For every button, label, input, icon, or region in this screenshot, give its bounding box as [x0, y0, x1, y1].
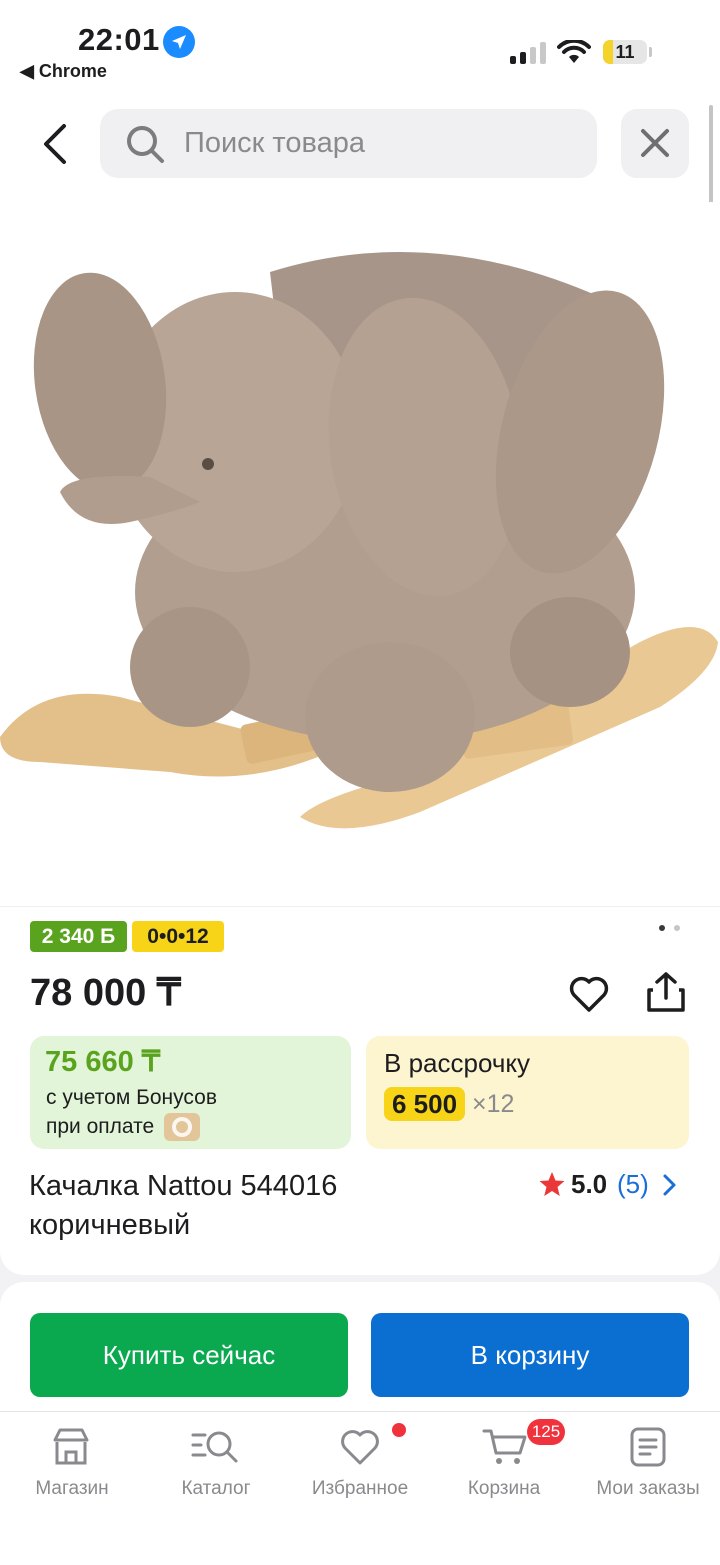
rating-value[interactable]: 5.0: [571, 1169, 607, 1200]
add-to-cart-button[interactable]: В корзину: [371, 1313, 689, 1397]
heart-icon: [339, 1429, 381, 1472]
buy-now-button[interactable]: Купить сейчас: [30, 1313, 348, 1397]
status-time: 22:01: [78, 22, 160, 57]
tab-cart-label: Корзина: [467, 1478, 541, 1499]
product-title-line2: коричневый: [29, 1209, 191, 1241]
location-arrow-icon: [163, 26, 195, 58]
wifi-icon: [557, 38, 591, 69]
battery-level: 11: [615, 42, 635, 62]
clear-search-button[interactable]: [621, 109, 689, 178]
share-icon: [647, 972, 685, 1012]
product-title-line1: Качалка Nattou 544016: [29, 1170, 338, 1202]
signal-icon: [510, 42, 548, 64]
chevron-left-icon: [44, 124, 66, 164]
battery-icon: 11: [603, 40, 647, 64]
back-button[interactable]: [36, 120, 76, 168]
share-button[interactable]: [645, 970, 687, 1019]
shop-icon: [51, 1426, 91, 1471]
bonus-note-line2: при оплате: [46, 1115, 155, 1138]
installment-amount: 6 500: [384, 1087, 466, 1121]
reviews-count[interactable]: (5): [617, 1169, 649, 1200]
star-icon: [538, 1170, 566, 1203]
tab-shop-label: Магазин: [35, 1478, 109, 1499]
bonus-note-line1: с учетом Бонусов: [46, 1086, 217, 1109]
pagination-dot: [674, 925, 680, 931]
product-image[interactable]: [0, 202, 720, 907]
tab-orders-label: Мои заказы: [596, 1478, 700, 1499]
bonus-price: 75 660 ₸: [45, 1046, 161, 1078]
installment-title: В рассрочку: [384, 1048, 531, 1078]
search-icon: [124, 123, 166, 170]
back-to-app-link[interactable]: ◀ Chrome: [20, 61, 107, 82]
pagination-dot-active: [659, 925, 665, 931]
search-placeholder: Поиск товара: [184, 127, 365, 159]
cart-icon: [482, 1427, 528, 1472]
product-price: 78 000 ₸: [30, 972, 181, 1014]
catalog-search-icon: [191, 1427, 241, 1470]
favorite-button[interactable]: [568, 974, 610, 1019]
tab-favorites-label: Избранное: [311, 1478, 409, 1499]
heart-icon: [569, 976, 609, 1012]
favorites-notification-dot: [392, 1423, 406, 1437]
chevron-right-icon[interactable]: [660, 1173, 678, 1202]
tab-catalog-label: Каталог: [181, 1478, 251, 1499]
installment-badge: 0•0•12: [132, 921, 224, 952]
installment-months: ×12: [472, 1090, 515, 1118]
battery-tip: [649, 47, 652, 57]
orders-list-icon: [629, 1426, 667, 1473]
bonus-badge: 2 340 Б: [30, 921, 127, 952]
close-icon: [641, 129, 669, 157]
bonus-coin-icon: [164, 1113, 200, 1141]
product-photo-illustration: [0, 252, 718, 829]
cart-count-badge: 125: [527, 1419, 565, 1445]
